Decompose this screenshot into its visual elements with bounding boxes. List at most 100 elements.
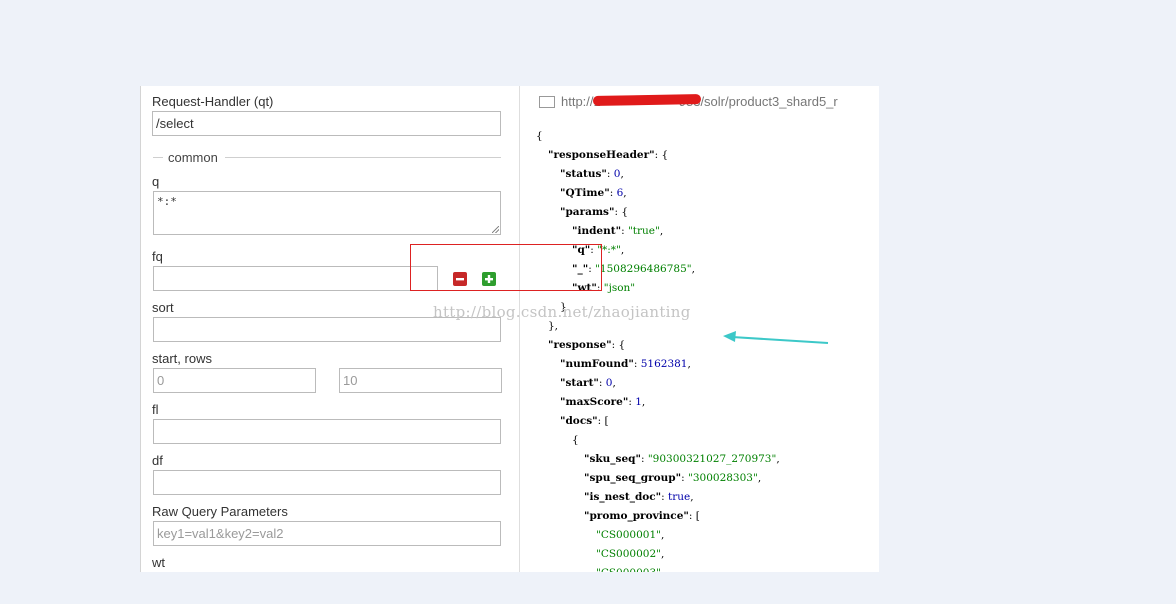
json-punct: : [	[688, 510, 700, 522]
json-punct: },	[548, 320, 559, 332]
json-punct: ,	[620, 244, 625, 256]
json-key: "docs"	[560, 415, 598, 427]
json-key: "status"	[560, 168, 607, 180]
fq-label: fq	[152, 249, 163, 264]
json-punct: :	[681, 472, 689, 484]
json-punct: ,	[776, 453, 780, 465]
url-suffix: 983/solr/product3_shard5_r	[678, 94, 838, 109]
sort-label: sort	[152, 300, 174, 315]
json-string: "true"	[627, 225, 660, 237]
q-textarea[interactable]: *:*	[153, 191, 501, 235]
query-form: Request-Handler (qt) /select common q *:…	[140, 86, 520, 572]
json-line: "sku_seq": "90300321027_270973",	[584, 453, 780, 465]
q-label: q	[152, 174, 160, 189]
json-line: "is_nest_doc": true,	[584, 491, 694, 503]
start-input[interactable]: 0	[153, 368, 316, 393]
json-punct: :	[633, 358, 641, 370]
redaction-mark	[592, 94, 702, 106]
json-string: "json"	[603, 282, 636, 294]
json-line: "status": 0,	[560, 168, 624, 180]
json-line: "spu_seq_group": "300028303",	[584, 472, 761, 484]
json-key: "promo_province"	[584, 510, 689, 522]
json-punct: :	[621, 225, 628, 237]
raw-params-label: Raw Query Parameters	[152, 504, 288, 519]
fl-input[interactable]	[153, 419, 501, 444]
url-icon	[539, 95, 555, 108]
watermark: http://blog.csdn.net/zhaojianting	[433, 303, 691, 321]
json-punct: {	[536, 130, 543, 142]
json-string: "CS000002"	[596, 548, 661, 560]
resize-grip-icon[interactable]	[492, 226, 499, 233]
json-key: "spu_seq_group"	[584, 472, 682, 484]
raw-params-input[interactable]: key1=val1&key2=val2	[153, 521, 501, 546]
arrow-icon	[723, 331, 829, 344]
numfound-highlight-box	[410, 244, 602, 291]
json-punct: :	[640, 453, 648, 465]
q-value: *:*	[157, 195, 177, 208]
json-string: "300028303"	[688, 472, 758, 484]
json-punct: ,	[690, 491, 694, 503]
json-string: "CS000003"	[596, 567, 661, 572]
json-punct: : {	[654, 149, 669, 161]
json-punct: : {	[611, 339, 626, 351]
json-punct: ,	[691, 263, 695, 275]
json-string: "90300321027_270973"	[647, 453, 777, 465]
rows-input[interactable]: 10	[339, 368, 502, 393]
json-punct: ,	[620, 168, 624, 180]
json-line: "start": 0,	[560, 377, 616, 389]
fq-input[interactable]	[153, 266, 438, 291]
json-punct: :	[598, 377, 606, 389]
json-punct: ,	[661, 567, 664, 572]
json-punct: :	[609, 187, 617, 199]
json-line: "params": {	[560, 206, 628, 218]
json-line: "docs": [	[560, 415, 609, 427]
json-line: "promo_province": [	[584, 510, 700, 522]
json-line: "CS000003",	[596, 567, 664, 572]
json-key: "sku_seq"	[584, 453, 641, 465]
json-punct: ,	[623, 187, 627, 199]
df-input[interactable]	[153, 470, 501, 495]
json-line: "response": {	[548, 339, 625, 351]
json-line: "maxScore": 1,	[560, 396, 645, 408]
json-key: "params"	[560, 206, 615, 218]
json-punct: :	[606, 168, 614, 180]
json-line: "responseHeader": {	[548, 149, 668, 161]
common-legend: common	[168, 150, 218, 165]
start-rows-label: start, rows	[152, 351, 212, 366]
json-punct: ,	[687, 358, 691, 370]
json-key: "is_nest_doc"	[584, 491, 662, 503]
json-value: true	[668, 491, 691, 503]
json-value: 1	[635, 396, 642, 408]
json-line: "QTime": 6,	[560, 187, 627, 199]
json-line: "numFound": 5162381,	[560, 358, 691, 370]
json-punct: : {	[614, 206, 629, 218]
json-line: "CS000001",	[596, 529, 664, 541]
legend-divider-left	[153, 157, 163, 158]
json-key: "indent"	[572, 225, 622, 237]
json-value: 5162381	[640, 358, 688, 370]
json-punct: ,	[757, 472, 762, 484]
json-string: "1508296486785"	[595, 263, 692, 275]
json-key: "numFound"	[560, 358, 634, 370]
json-punct: {	[572, 434, 579, 446]
fl-label: fl	[152, 402, 159, 417]
json-key: "QTime"	[560, 187, 610, 199]
json-key: "start"	[560, 377, 599, 389]
json-punct: ,	[660, 548, 665, 560]
json-key: "responseHeader"	[548, 149, 655, 161]
json-line: },	[548, 320, 558, 332]
df-label: df	[152, 453, 163, 468]
json-line: {	[536, 130, 543, 142]
json-line: "indent": "true",	[572, 225, 663, 237]
request-handler-label: Request-Handler (qt)	[152, 94, 274, 109]
legend-divider-right	[225, 157, 501, 158]
json-punct: :	[661, 491, 669, 503]
json-punct: ,	[660, 529, 665, 541]
json-punct: ,	[612, 377, 616, 389]
json-punct: ,	[641, 396, 646, 408]
json-line: {	[572, 434, 579, 446]
wt-label: wt	[152, 555, 165, 570]
json-key: "response"	[548, 339, 612, 351]
request-handler-input[interactable]: /select	[152, 111, 501, 136]
json-line: "CS000002",	[596, 548, 664, 560]
